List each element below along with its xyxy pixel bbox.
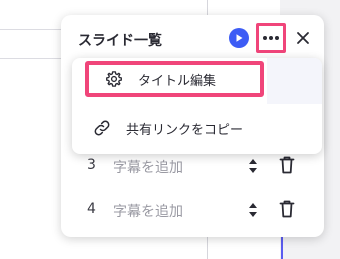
caption-input[interactable]: 字幕を追加 (113, 201, 183, 221)
slide-number: 4 (87, 201, 96, 217)
trash-icon[interactable] (279, 155, 295, 175)
options-dropdown: タイトル編集 共有リンクをコピー (72, 58, 322, 154)
more-options-button[interactable] (256, 23, 286, 53)
menu-item-label: 共有リンクをコピー (126, 122, 244, 138)
play-icon (236, 34, 243, 42)
close-icon (297, 32, 309, 44)
slide-row[interactable]: 4 字幕を追加 (61, 195, 324, 225)
play-button[interactable] (229, 28, 249, 48)
menu-item-edit-title[interactable]: タイトル編集 (85, 61, 264, 97)
link-icon (92, 118, 112, 138)
sort-icon[interactable] (247, 200, 259, 220)
menu-item-label: タイトル編集 (138, 73, 217, 89)
page: スライド一覧 3 字幕を追加 4 字幕を追加 タイトル編集 共有リンクをコピー (0, 0, 340, 259)
panel-title: スライド一覧 (78, 33, 162, 49)
caption-input[interactable]: 字幕を追加 (113, 157, 183, 177)
background-bar (0, 29, 61, 59)
sort-icon[interactable] (247, 156, 259, 176)
close-button[interactable] (293, 28, 313, 48)
slide-number: 3 (87, 157, 96, 173)
trash-icon[interactable] (279, 199, 295, 219)
more-horizontal-icon (263, 36, 279, 40)
menu-item-copy-share-link[interactable]: 共有リンクをコピー (72, 108, 322, 148)
dropdown-hover-area (267, 58, 322, 104)
slide-row[interactable]: 3 字幕を追加 (61, 151, 324, 181)
gear-icon (104, 69, 124, 89)
